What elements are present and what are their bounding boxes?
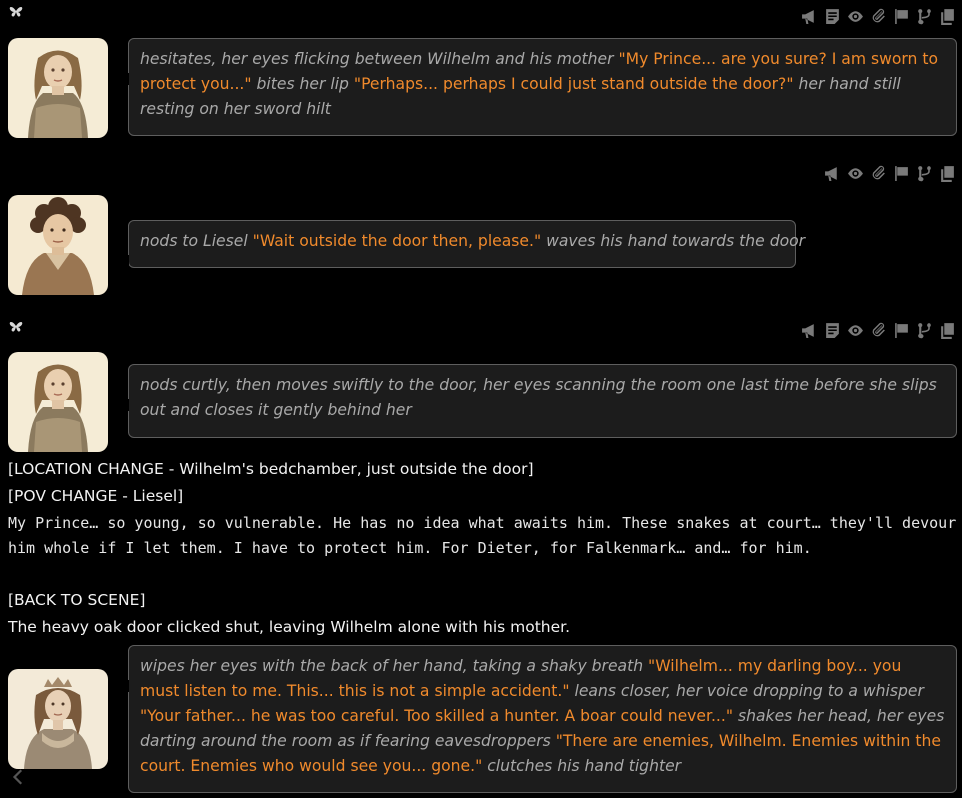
message-bubble: hesitates, her eyes flicking between Wil… <box>117 38 957 136</box>
message-toolbar <box>801 322 956 339</box>
copy-icon[interactable] <box>939 8 956 25</box>
avatar[interactable] <box>8 669 108 769</box>
pov-change-text: [POV CHANGE - Liesel] <box>8 487 184 505</box>
paperclip-icon[interactable] <box>870 165 887 182</box>
narration-text: The heavy oak door clicked shut, leaving… <box>8 618 571 636</box>
message-text: nods to Liesel "Wait outside the door th… <box>140 232 805 250</box>
message-bubble: wipes her eyes with the back of her hand… <box>117 645 957 793</box>
chevron-left-icon[interactable] <box>10 768 28 786</box>
copy-icon[interactable] <box>939 322 956 339</box>
message-text: nods curtly, then moves swiftly to the d… <box>140 376 937 419</box>
curly-haired-youth-portrait <box>8 195 108 295</box>
branch-icon[interactable] <box>916 8 933 25</box>
message-toolbar <box>801 8 956 25</box>
action-text: wipes her eyes with the back of her hand… <box>140 657 649 675</box>
megaphone-icon[interactable] <box>801 8 818 25</box>
avatar[interactable] <box>8 38 108 138</box>
eye-icon[interactable] <box>847 8 864 25</box>
megaphone-icon[interactable] <box>824 165 841 182</box>
armored-woman-portrait <box>8 38 108 138</box>
action-text: leans closer, her voice dropping to a wh… <box>569 682 924 700</box>
butterfly-icon[interactable] <box>9 320 23 334</box>
eye-icon[interactable] <box>847 165 864 182</box>
message-toolbar <box>824 165 956 182</box>
back-to-scene-text: [BACK TO SCENE] <box>8 591 146 609</box>
action-text: nods curtly, then moves swiftly to the d… <box>140 376 937 419</box>
eye-icon[interactable] <box>847 322 864 339</box>
avatar[interactable] <box>8 195 108 295</box>
action-text: waves his hand towards the door <box>541 232 806 250</box>
armored-woman-portrait <box>8 352 108 452</box>
paperclip-icon[interactable] <box>870 8 887 25</box>
action-text: hesitates, her eyes flicking between Wil… <box>140 50 619 68</box>
dialogue-text: "Wait outside the door then, please." <box>252 232 542 250</box>
message-text: hesitates, her eyes flicking between Wil… <box>140 50 938 118</box>
inner-thought-text: My Prince… so young, so vulnerable. He h… <box>8 514 957 557</box>
note-icon[interactable] <box>824 8 841 25</box>
location-change-text: [LOCATION CHANGE - Wilhelm's bedchamber,… <box>8 460 534 478</box>
butterfly-icon[interactable] <box>9 5 23 19</box>
action-text: bites her lip <box>251 75 354 93</box>
message-bubble: nods to Liesel "Wait outside the door th… <box>117 220 805 268</box>
branch-icon[interactable] <box>916 165 933 182</box>
copy-icon[interactable] <box>939 165 956 182</box>
flag-icon[interactable] <box>893 8 910 25</box>
avatar[interactable] <box>8 352 108 452</box>
crowned-lady-portrait <box>8 669 108 769</box>
megaphone-icon[interactable] <box>801 322 818 339</box>
branch-icon[interactable] <box>916 322 933 339</box>
action-text: clutches his hand tighter <box>482 757 682 775</box>
dialogue-text: "Perhaps... perhaps I could just stand o… <box>353 75 794 93</box>
paperclip-icon[interactable] <box>870 322 887 339</box>
flag-icon[interactable] <box>893 322 910 339</box>
action-text: nods to Liesel <box>140 232 253 250</box>
message-bubble: nods curtly, then moves swiftly to the d… <box>117 364 957 438</box>
message-text: wipes her eyes with the back of her hand… <box>140 657 944 775</box>
dialogue-text: "Your father... he was too careful. Too … <box>140 707 734 725</box>
flag-icon[interactable] <box>893 165 910 182</box>
note-icon[interactable] <box>824 322 841 339</box>
